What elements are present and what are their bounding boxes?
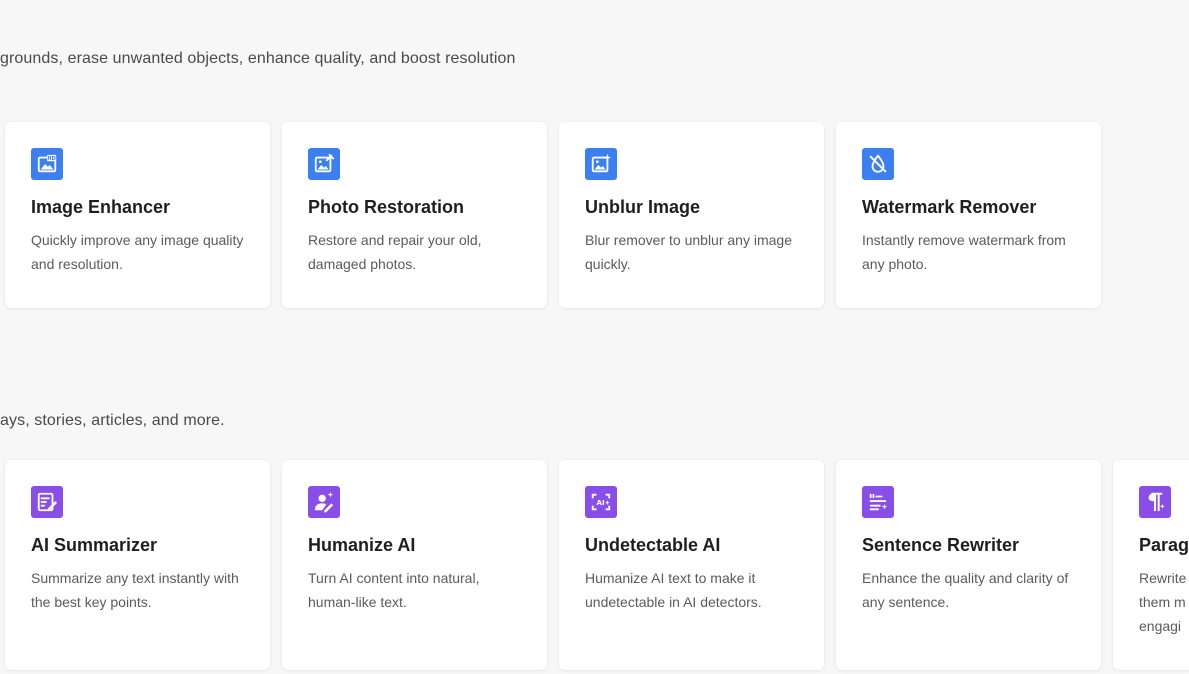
- card-description: Instantly remove watermark from any phot…: [862, 232, 1066, 272]
- svg-text:AI: AI: [596, 498, 605, 507]
- card-description: Turn AI content into natural, human-like…: [308, 570, 480, 610]
- card-description: Restore and repair your old, damaged pho…: [308, 232, 482, 272]
- sparkle-image-icon: [585, 148, 617, 180]
- card-unblur-image[interactable]: Unblur Image Blur remover to unblur any …: [559, 122, 824, 308]
- card-title: Watermark Remover: [862, 197, 1037, 217]
- card-title: AI Summarizer: [31, 535, 158, 555]
- document-pen-icon: [31, 486, 63, 518]
- card-undetectable-ai[interactable]: AI Undetectable AI Humanize AI text to m…: [559, 460, 824, 670]
- card-humanize-ai[interactable]: Humanize AI Turn AI content into natural…: [282, 460, 547, 670]
- section-description-writing-tools: ays, stories, articles, and more.: [0, 412, 225, 429]
- card-title: Undetectable AI: [585, 535, 721, 555]
- card-ai-summarizer[interactable]: AI Summarizer Summarize any text instant…: [5, 460, 270, 670]
- card-title: Sentence Rewriter: [862, 535, 1020, 555]
- card-description: Summarize any text instantly with the be…: [31, 570, 239, 610]
- card-title: Photo Restoration: [308, 197, 464, 217]
- hd-image-icon: HD: [31, 148, 63, 180]
- card-description: Enhance the quality and clarity of any s…: [862, 570, 1069, 610]
- card-title: Unblur Image: [585, 197, 701, 217]
- photo-repair-icon: [308, 148, 340, 180]
- card-description: Blur remover to unblur any image quickly…: [585, 232, 792, 272]
- card-title: Image Enhancer: [31, 197, 171, 217]
- card-watermark-remover[interactable]: Watermark Remover Instantly remove water…: [836, 122, 1101, 308]
- card-description: Quickly improve any image quality and re…: [31, 232, 244, 272]
- svg-text:HD: HD: [47, 156, 55, 162]
- card-sentence-rewriter[interactable]: Sentence Rewriter Enhance the quality an…: [836, 460, 1101, 670]
- card-paragraph[interactable]: Parag Rewrite them m engagi: [1113, 460, 1189, 670]
- card-title: Humanize AI: [308, 535, 416, 555]
- section-description-image-tools: grounds, erase unwanted objects, enhance…: [0, 50, 516, 67]
- paragraph-icon: [1139, 486, 1171, 518]
- text-lines-sparkle-icon: [862, 486, 894, 518]
- card-title: Parag: [1139, 535, 1189, 555]
- card-image-enhancer[interactable]: HD Image Enhancer Quickly improve any im…: [5, 122, 270, 308]
- card-description: Humanize AI text to make it undetectable…: [585, 570, 762, 610]
- ai-frame-icon: AI: [585, 486, 617, 518]
- card-description: Rewrite them m engagi: [1139, 570, 1187, 634]
- no-watermark-icon: [862, 148, 894, 180]
- user-sparkle-icon: [308, 486, 340, 518]
- card-photo-restoration[interactable]: Photo Restoration Restore and repair you…: [282, 122, 547, 308]
